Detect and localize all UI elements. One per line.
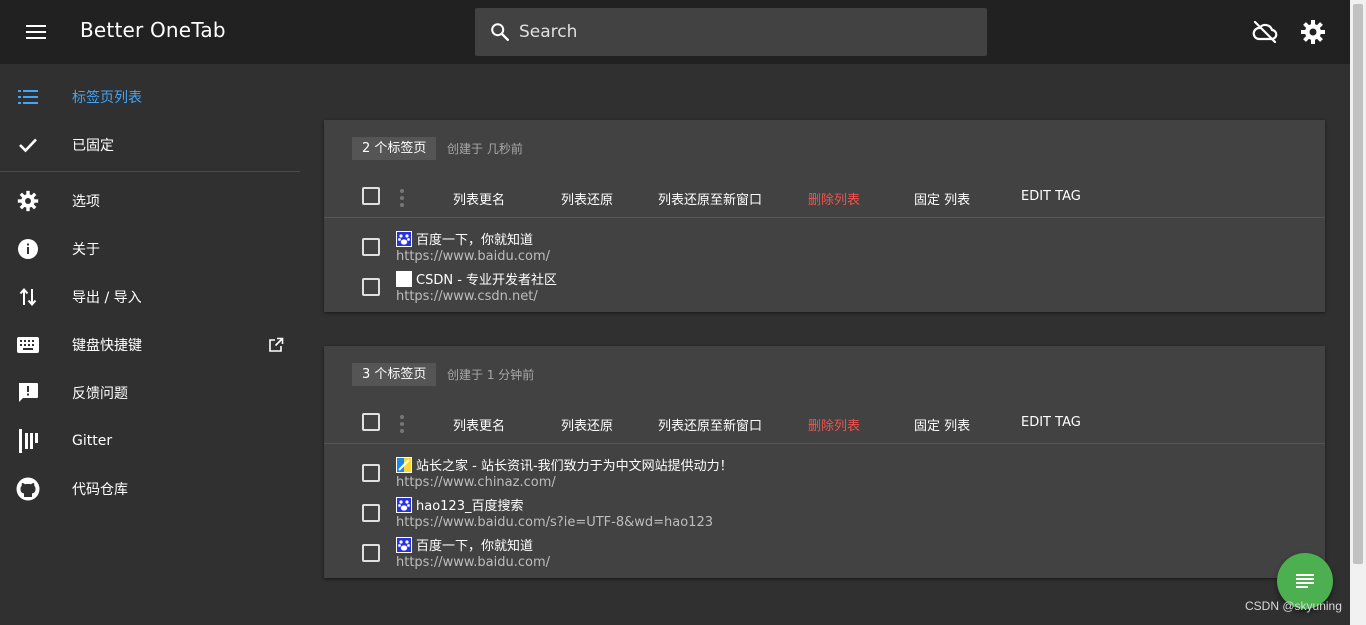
sidebar-divider [0, 171, 300, 172]
sidebar-item-label: Gitter [72, 433, 113, 449]
sidebar-item-label: 标签页列表 [72, 90, 142, 106]
created-time: 创建于 1 分钟前 [447, 368, 535, 382]
tab-url: https://www.csdn.net/ [396, 289, 538, 304]
tab-link[interactable]: CSDN - 专业开发者社区 [396, 269, 557, 288]
sidebar-item-label: 导出 / 导入 [72, 290, 142, 306]
check-icon [16, 133, 40, 157]
app-bar: Better OneTab [0, 0, 1350, 64]
csdn-icon [396, 270, 412, 287]
sync-button[interactable] [1251, 18, 1279, 46]
settings-icon [1301, 20, 1325, 44]
search-input[interactable] [517, 21, 957, 43]
sidebar-item-gitter[interactable]: Gitter [0, 417, 300, 465]
baidu-icon [396, 230, 412, 247]
search-box[interactable] [475, 8, 987, 56]
tab-item: CSDN - 专业开发者社区 https://www.csdn.net/ [324, 266, 1325, 306]
restore-list-button[interactable]: 列表还原 [561, 189, 613, 208]
settings-button[interactable] [1299, 18, 1327, 46]
sidebar-item-tab-lists[interactable]: 标签页列表 [0, 73, 300, 121]
tab-title: 站长之家 - 站长资讯-我们致力于为中文网站提供动力！ [416, 459, 733, 474]
list-toolbar: 列表更名 列表还原 列表还原至新窗口 删除列表 固定 列表 EDIT TAG [324, 404, 1325, 444]
tab-checkbox[interactable] [362, 504, 380, 522]
tab-count-badge: 2 个标签页 [352, 137, 437, 160]
tab-item: 百度一下，你就知道 https://www.baidu.com/ [324, 532, 1325, 572]
sidebar-item-about[interactable]: 关于 [0, 225, 300, 273]
list-toolbar: 列表更名 列表还原 列表还原至新窗口 删除列表 固定 列表 EDIT TAG [324, 178, 1325, 218]
sidebar-item-label: 关于 [72, 242, 100, 258]
rename-list-button[interactable]: 列表更名 [453, 189, 505, 208]
github-icon [16, 477, 40, 501]
rename-list-button[interactable]: 列表更名 [453, 415, 505, 434]
tab-checkbox[interactable] [362, 278, 380, 296]
sidebar-item-repository[interactable]: 代码仓库 [0, 465, 300, 513]
tab-title: CSDN - 专业开发者社区 [416, 273, 558, 288]
app-title: Better OneTab [80, 18, 226, 42]
tab-checkbox[interactable] [362, 238, 380, 256]
tab-count-badge: 3 个标签页 [352, 363, 437, 386]
edit-tag-button[interactable]: EDIT TAG [1021, 415, 1081, 430]
list-icon [16, 85, 40, 109]
tab-item: 站长之家 - 站长资讯-我们致力于为中文网站提供动力！ https://www.… [324, 452, 1325, 492]
tab-item: 百度一下，你就知道 https://www.baidu.com/ [324, 226, 1325, 266]
sidebar-item-options[interactable]: 选项 [0, 177, 300, 225]
tab-link[interactable]: 百度一下，你就知道 [396, 535, 533, 554]
watermark: CSDN @skyuning [1245, 599, 1342, 613]
restore-new-window-button[interactable]: 列表还原至新窗口 [658, 189, 762, 208]
tab-link[interactable]: 站长之家 - 站长资讯-我们致力于为中文网站提供动力！ [396, 455, 733, 474]
notes-icon [1296, 574, 1314, 588]
tab-title: hao123_百度搜索 [416, 499, 524, 514]
open-in-new-icon[interactable] [268, 337, 284, 353]
sidebar-item-label: 已固定 [72, 138, 114, 154]
tab-title: 百度一下，你就知道 [416, 233, 534, 248]
baidu-icon [396, 536, 412, 553]
pin-list-button[interactable]: 固定 列表 [914, 415, 970, 434]
feedback-icon [16, 381, 40, 405]
delete-list-button[interactable]: 删除列表 [808, 415, 860, 434]
pin-list-button[interactable]: 固定 列表 [914, 189, 970, 208]
edit-tag-button[interactable]: EDIT TAG [1021, 189, 1081, 204]
tab-item: hao123_百度搜索 https://www.baidu.com/s?ie=U… [324, 492, 1325, 532]
tab-url: https://www.baidu.com/s?ie=UTF-8&wd=hao1… [396, 515, 713, 530]
cloud-off-icon [1252, 20, 1278, 44]
sidebar-item-label: 代码仓库 [72, 482, 128, 498]
tab-url: https://www.baidu.com/ [396, 249, 551, 264]
drag-handle-icon[interactable] [398, 189, 406, 207]
sidebar-item-label: 选项 [72, 194, 100, 210]
tab-list-card: 3 个标签页 创建于 1 分钟前 列表更名 列表还原 列表还原至新窗口 删除列表… [324, 346, 1325, 578]
tab-checkbox[interactable] [362, 544, 380, 562]
scrollbar[interactable] [1350, 0, 1366, 625]
baidu-icon [396, 496, 412, 513]
sidebar-item-pinned[interactable]: 已固定 [0, 121, 300, 169]
sidebar-item-label: 反馈问题 [72, 386, 128, 402]
sidebar-item-label: 键盘快捷键 [72, 338, 142, 354]
sidebar-item-feedback[interactable]: 反馈问题 [0, 369, 300, 417]
scrollbar-thumb[interactable] [1353, 4, 1363, 564]
created-time: 创建于 几秒前 [447, 142, 523, 156]
menu-icon [26, 25, 46, 39]
select-all-checkbox[interactable] [362, 413, 380, 431]
sidebar-item-export-import[interactable]: 导出 / 导入 [0, 273, 300, 321]
sidebar-item-keyboard-shortcuts[interactable]: 键盘快捷键 [0, 321, 300, 369]
tab-link[interactable]: 百度一下，你就知道 [396, 229, 533, 248]
delete-list-button[interactable]: 删除列表 [808, 189, 860, 208]
select-all-checkbox[interactable] [362, 187, 380, 205]
restore-new-window-button[interactable]: 列表还原至新窗口 [658, 415, 762, 434]
chinaz-icon [396, 456, 412, 473]
tab-list-card: 2 个标签页 创建于 几秒前 列表更名 列表还原 列表还原至新窗口 删除列表 固… [324, 120, 1325, 312]
keyboard-icon [16, 333, 40, 357]
tab-title: 百度一下，你就知道 [416, 539, 534, 554]
drag-handle-icon[interactable] [398, 415, 406, 433]
search-icon [491, 23, 509, 41]
swap-vertical-icon [16, 285, 40, 309]
menu-button[interactable] [20, 20, 52, 44]
info-icon [16, 237, 40, 261]
gear-icon [16, 189, 40, 213]
tab-link[interactable]: hao123_百度搜索 [396, 495, 523, 514]
tab-checkbox[interactable] [362, 464, 380, 482]
restore-list-button[interactable]: 列表还原 [561, 415, 613, 434]
gitter-icon [16, 429, 40, 453]
tab-url: https://www.chinaz.com/ [396, 475, 556, 490]
tab-url: https://www.baidu.com/ [396, 555, 551, 570]
sidebar: 标签页列表 已固定 选项 关于 导出 / 导入 键盘快捷键 反馈问题 Gitte… [0, 64, 300, 625]
